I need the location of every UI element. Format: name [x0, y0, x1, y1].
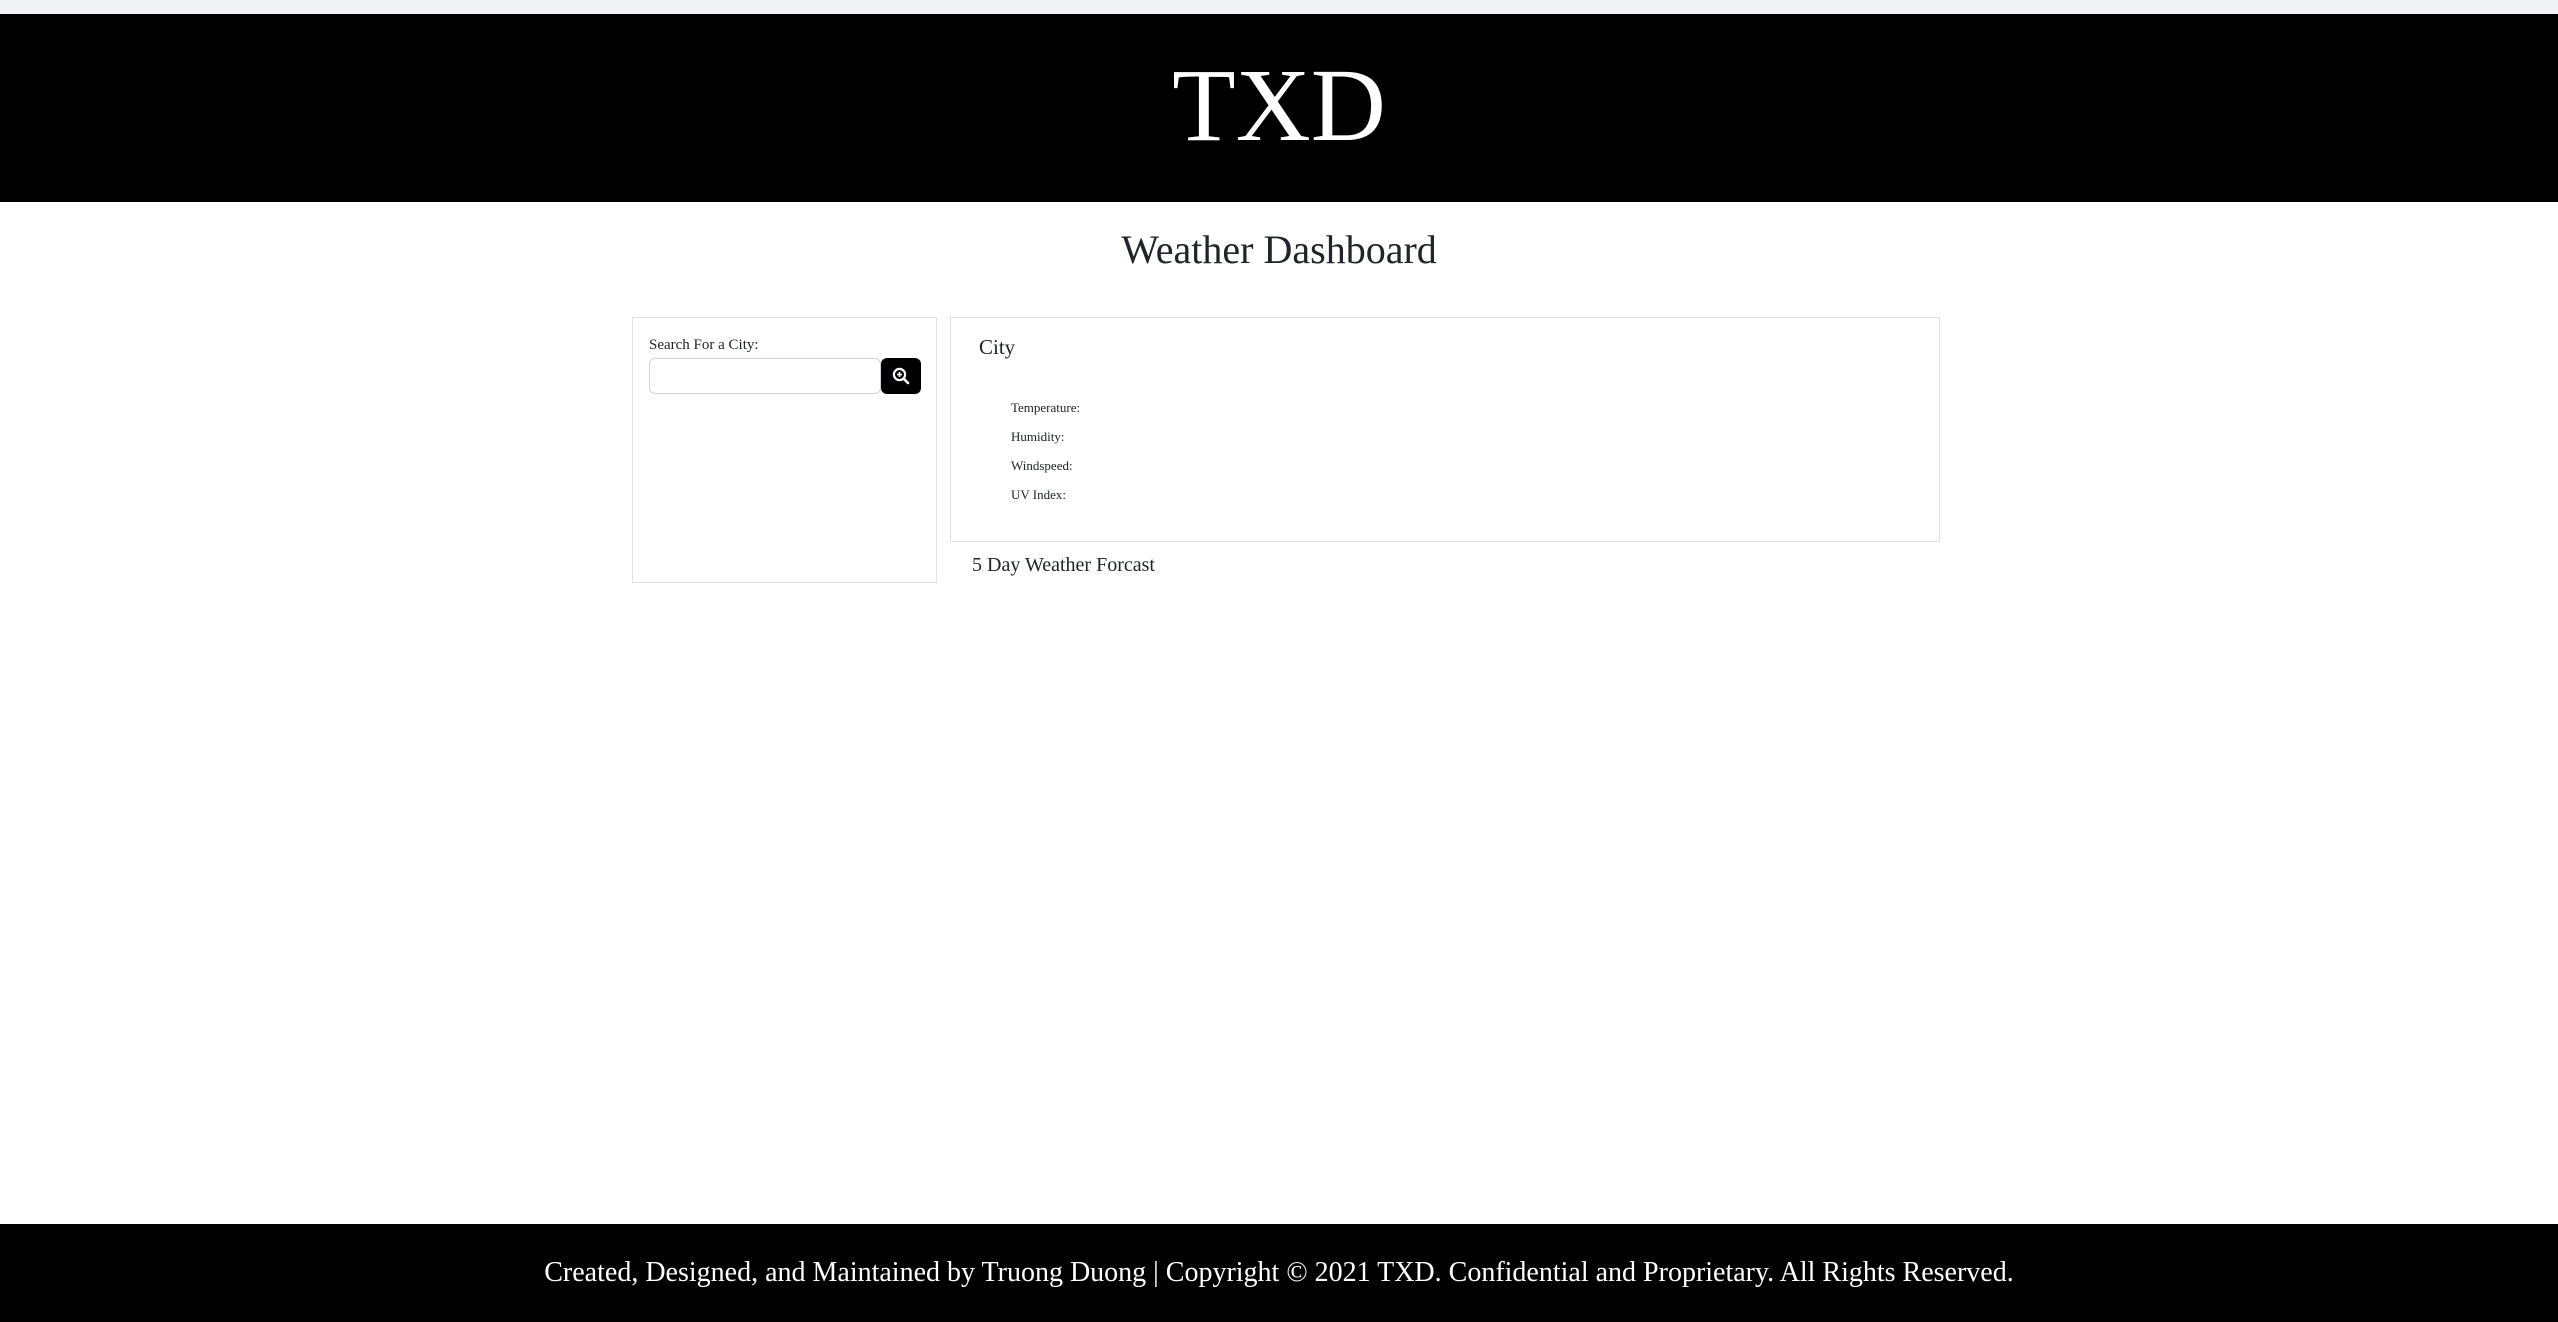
page-title: Weather Dashboard — [1121, 227, 1437, 272]
temperature-stat: Temperature: — [1011, 400, 1081, 415]
forecast-heading: 5 Day Weather Forcast — [972, 554, 1155, 576]
browser-chrome-strip — [0, 0, 2558, 15]
city-search-input[interactable] — [649, 358, 881, 394]
footer-copyright: Created, Designed, and Maintained by Tru… — [544, 1257, 2014, 1288]
current-weather-card: City Temperature: Humidity: Windspeed: U… — [950, 317, 1940, 542]
search-button[interactable] — [881, 358, 921, 394]
weather-stats-list: Temperature: Humidity: Windspeed: UV Ind… — [1011, 400, 1080, 516]
site-header: TXD — [0, 14, 2558, 202]
search-panel: Search For a City: — [632, 317, 937, 583]
humidity-stat: Humidity: — [1011, 429, 1065, 444]
site-footer: Created, Designed, and Maintained by Tru… — [0, 1224, 2558, 1322]
search-label: Search For a City: — [649, 337, 759, 353]
brand-logo: TXD — [1172, 48, 1386, 163]
windspeed-stat: Windspeed: — [1011, 458, 1073, 473]
city-name: City — [979, 335, 1016, 359]
search-zoom-icon — [892, 367, 910, 385]
uv-index-stat: UV Index: — [1011, 487, 1067, 502]
